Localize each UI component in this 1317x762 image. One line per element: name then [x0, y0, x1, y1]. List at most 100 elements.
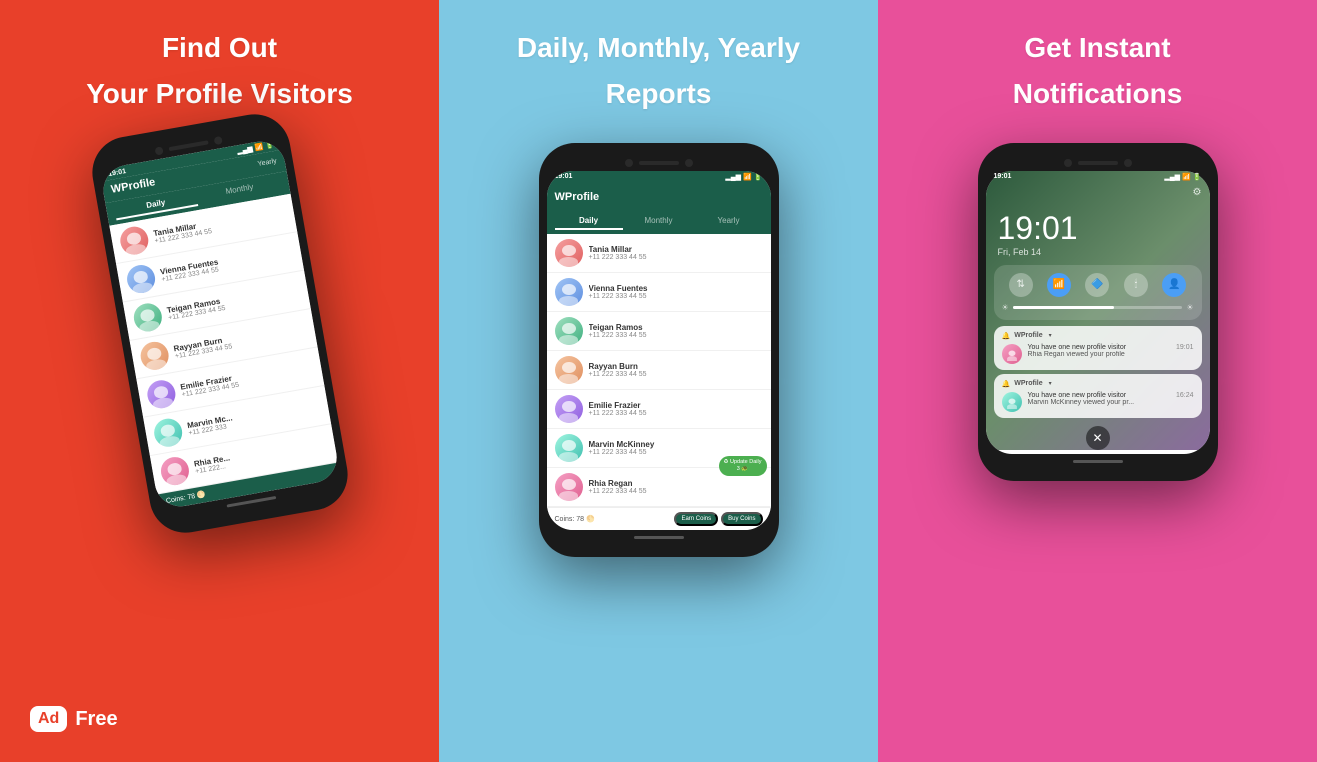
notif-time-2: 16:24	[1176, 392, 1194, 399]
phone-center-wrap: 19:01 ▂▄▆ 📶 🔋 WProfile Daily Monthly Yea…	[539, 143, 779, 557]
brightness-low-icon: ☀	[1002, 303, 1009, 312]
buy-coins-button[interactable]: Buy Coins	[721, 512, 762, 526]
brightness-high-icon: ☀	[1186, 303, 1193, 312]
contact-phone-c4: +11 222 333 44 55	[589, 371, 763, 378]
panel-center-title: Daily, Monthly, Yearly Reports	[517, 30, 800, 133]
left-title-line1: Find Out	[86, 30, 353, 66]
signal-icon-c: ▂▄▆	[725, 173, 741, 181]
chevron-icon-1: ▾	[1049, 332, 1052, 339]
status-time-right: 19:01	[994, 173, 1012, 180]
notif-desc-1: Rhia Regan viewed your profile	[1028, 351, 1170, 358]
list-item: Teigan Ramos +11 222 333 44 55	[547, 312, 771, 351]
avatar-c7	[555, 473, 583, 501]
right-title-line2: Notifications	[1013, 76, 1183, 112]
qs-icons-row: ⇅ 📶 🔷 🕯 👤	[1002, 273, 1194, 297]
contact-list-left: Tania Millar +11 222 333 44 55 Vienna Fu…	[109, 194, 338, 495]
wifi-toggle-icon[interactable]: 📶	[1047, 273, 1071, 297]
close-notifications-button[interactable]: ✕	[1086, 426, 1110, 450]
center-title-line2: Reports	[517, 76, 800, 112]
phone-left: 19:01 ▂▄▆ 📶 🔋 WProfile Yearly Daily Mont…	[86, 108, 353, 538]
avatar-c5	[555, 395, 583, 423]
list-item: Rhia Regan +11 222 333 44 55 ♻ Update Da…	[547, 468, 771, 507]
app-name-left: WProfile	[110, 176, 156, 196]
lock-date: Fri, Feb 14	[986, 247, 1210, 265]
panel-center: Daily, Monthly, Yearly Reports 19:01 ▂▄▆…	[439, 0, 878, 762]
phone-screen-right: 19:01 ▂▄▆ 📶 🔋 ⚙ 19:01 Fri, Feb 14	[986, 171, 1210, 454]
contact-name-c5: Emilie Frazier	[589, 401, 763, 410]
notif-app-1: WProfile	[1014, 332, 1042, 339]
coins-bar-center: Coins: 78 🌕 Earn Coins Buy Coins	[547, 507, 771, 530]
avatar-7	[158, 455, 190, 487]
brightness-track[interactable]	[1013, 306, 1183, 309]
status-icons-center: ▂▄▆ 📶 🔋	[725, 173, 762, 181]
app-header-center: WProfile	[547, 183, 771, 211]
wifi-icon-c: 📶	[743, 173, 752, 181]
phone-right-wrap: 19:01 ▂▄▆ 📶 🔋 ⚙ 19:01 Fri, Feb 14	[978, 143, 1218, 481]
wifi-icon: 📶	[253, 143, 263, 152]
notif-avatar-1	[1002, 344, 1022, 364]
sliders-icon[interactable]: ⇅	[1009, 273, 1033, 297]
contact-phone-c6: +11 222 333 44 55	[589, 449, 763, 456]
notif-avatar-2	[1002, 392, 1022, 412]
signal-icon: ▂▄▆	[236, 145, 253, 156]
user-icon[interactable]: 👤	[1162, 273, 1186, 297]
avatar-c1	[555, 239, 583, 267]
notif-body-2: You have one new profile visitor Marvin …	[1002, 392, 1194, 412]
yearly-tag: Yearly	[257, 157, 277, 167]
bell-icon-2: 🔔	[1002, 380, 1011, 388]
list-item: Tania Millar +11 222 333 44 55	[547, 234, 771, 273]
tab-daily-center[interactable]: Daily	[555, 213, 623, 230]
torch-icon[interactable]: 🕯	[1124, 273, 1148, 297]
lock-time: 19:01	[986, 200, 1210, 247]
panel-right: Get Instant Notifications 19:01 ▂▄▆ 📶 🔋	[878, 0, 1317, 762]
notif-desc-2: Marvin McKinney viewed your pr...	[1028, 399, 1170, 406]
bell-icon-1: 🔔	[1002, 332, 1011, 340]
contact-name-c6: Marvin McKinney	[589, 440, 763, 449]
status-icons-right: ▂▄▆ 📶 🔋	[1164, 173, 1201, 181]
contact-name-c2: Vienna Fuentes	[589, 284, 763, 293]
status-time-left: 19:01	[107, 167, 126, 177]
avatar-2	[124, 263, 156, 295]
lock-screen: ⚙ 19:01 Fri, Feb 14 ⇅ 📶 🔷 🕯 👤	[986, 171, 1210, 450]
list-item: Rayyan Burn +11 222 333 44 55	[547, 351, 771, 390]
phone-camera-r1	[1064, 159, 1072, 167]
avatar-c6	[555, 434, 583, 462]
notification-2: 🔔 WProfile ▾ You have one new profile vi…	[994, 374, 1202, 418]
home-bar-right	[1073, 460, 1123, 463]
update-daily-button[interactable]: ♻ Update Daily3 🐢	[719, 456, 767, 476]
panel-left: Find Out Your Profile Visitors 19:01 ▂▄▆…	[0, 0, 439, 762]
chevron-icon-2: ▾	[1049, 380, 1052, 387]
phone-bottom-right	[986, 454, 1210, 469]
notif-body-1: You have one new profile visitor Rhia Re…	[1002, 344, 1194, 364]
phone-speaker-r	[1078, 161, 1118, 165]
phone-bottom-center	[547, 530, 771, 545]
brightness-fill	[1013, 306, 1115, 309]
signal-icon-r: ▂▄▆	[1164, 173, 1180, 181]
home-bar-left	[226, 496, 276, 508]
wifi-icon-r: 📶	[1182, 173, 1191, 181]
avatar-4	[138, 339, 170, 371]
notif-text-1: You have one new profile visitor Rhia Re…	[1028, 344, 1170, 358]
phone-left-body: 19:01 ▂▄▆ 📶 🔋 WProfile Yearly Daily Mont…	[86, 108, 353, 538]
ad-box: Ad	[30, 706, 67, 732]
phone-right-body: 19:01 ▂▄▆ 📶 🔋 ⚙ 19:01 Fri, Feb 14	[978, 143, 1218, 481]
bluetooth-icon[interactable]: 🔷	[1085, 273, 1109, 297]
ad-text: Ad	[38, 710, 59, 728]
contact-phone-c5: +11 222 333 44 55	[589, 410, 763, 417]
phone-camera2	[213, 136, 222, 145]
phone-speaker	[168, 140, 208, 151]
contact-phone-c1: +11 222 333 44 55	[589, 254, 763, 261]
tab-monthly-center[interactable]: Monthly	[625, 213, 693, 230]
close-button-wrap: ✕	[986, 426, 1210, 450]
list-item: Emilie Frazier +11 222 333 44 55	[547, 390, 771, 429]
app-name-center: WProfile	[555, 191, 600, 203]
contact-phone-c7: +11 222 333 44 55	[589, 488, 763, 495]
tab-yearly-center[interactable]: Yearly	[695, 213, 763, 230]
gear-icon[interactable]: ⚙	[1193, 187, 1202, 198]
coins-text-center: Coins: 78 🌕	[555, 515, 595, 523]
list-item: Vienna Fuentes +11 222 333 44 55	[547, 273, 771, 312]
contact-info-c3: Teigan Ramos +11 222 333 44 55	[589, 323, 763, 339]
status-bar-center: 19:01 ▂▄▆ 📶 🔋	[547, 171, 771, 183]
earn-coins-button[interactable]: Earn Coins	[674, 512, 718, 526]
quick-settings-panel: ⇅ 📶 🔷 🕯 👤 ☀ ☀	[994, 265, 1202, 320]
